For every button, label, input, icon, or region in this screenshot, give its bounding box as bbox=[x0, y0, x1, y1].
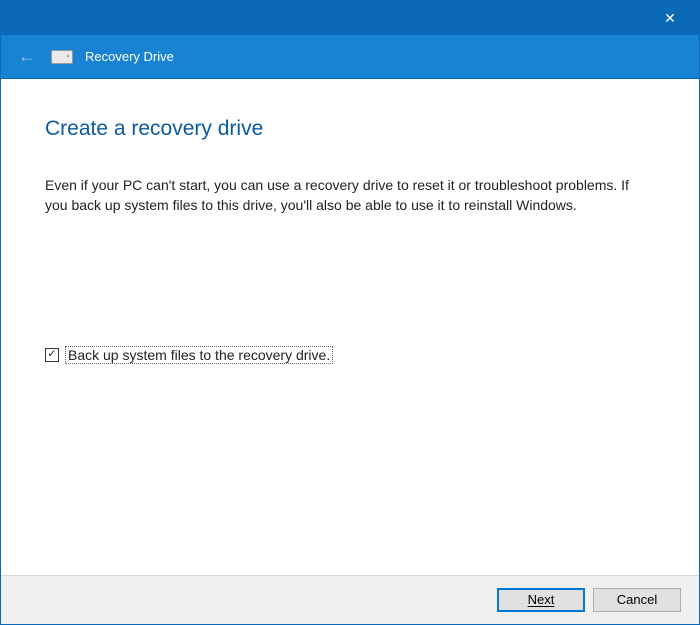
backup-checkbox[interactable]: ✓ bbox=[45, 348, 59, 362]
page-heading: Create a recovery drive bbox=[45, 117, 655, 141]
backup-checkbox-label[interactable]: Back up system files to the recovery dri… bbox=[65, 346, 333, 364]
subheader: ← Recovery Drive bbox=[1, 35, 699, 79]
page-description: Even if your PC can't start, you can use… bbox=[45, 175, 635, 216]
recovery-drive-icon bbox=[51, 50, 73, 64]
backup-checkbox-row[interactable]: ✓ Back up system files to the recovery d… bbox=[45, 346, 655, 364]
titlebar: ✕ bbox=[1, 1, 699, 35]
back-arrow-icon: ← bbox=[15, 45, 39, 69]
next-button[interactable]: Next bbox=[497, 588, 585, 612]
footer: Next Cancel bbox=[1, 575, 699, 624]
content-area: Create a recovery drive Even if your PC … bbox=[1, 79, 699, 575]
cancel-button[interactable]: Cancel bbox=[593, 588, 681, 612]
window-title: Recovery Drive bbox=[85, 49, 174, 64]
close-icon[interactable]: ✕ bbox=[655, 3, 685, 33]
